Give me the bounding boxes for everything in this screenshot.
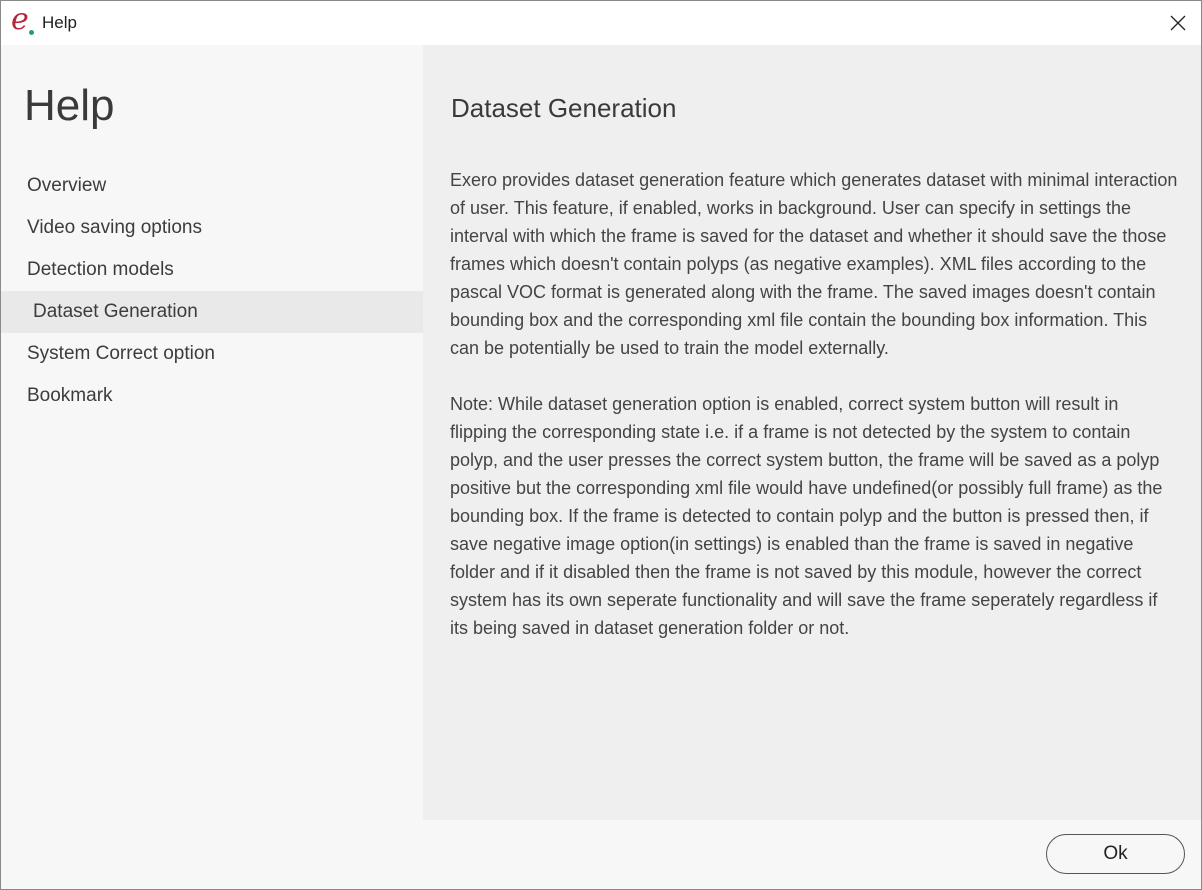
dialog-footer: Ok	[1, 820, 1201, 889]
content-paragraph-note: Note: While dataset generation option is…	[450, 394, 1163, 638]
help-window: e Help Help Overview Video saving option…	[0, 0, 1202, 890]
sidebar-title: Help	[24, 81, 115, 130]
content-body: Exero provides dataset generation featur…	[450, 166, 1180, 670]
window-title: Help	[42, 13, 77, 32]
content-paragraph-description: Exero provides dataset generation featur…	[450, 170, 1178, 358]
sidebar-item-overview[interactable]: Overview	[1, 165, 423, 207]
exero-logo-icon: e	[11, 2, 41, 38]
content-title: Dataset Generation	[451, 93, 677, 123]
title-bar: e Help	[1, 1, 1201, 45]
close-icon	[1170, 15, 1186, 31]
sidebar-item-system-correct-option[interactable]: System Correct option	[1, 333, 423, 375]
sidebar-item-dataset-generation[interactable]: Dataset Generation	[1, 291, 423, 333]
sidebar-item-detection-models[interactable]: Detection models	[1, 249, 423, 291]
close-button[interactable]	[1155, 1, 1201, 45]
sidebar-nav: Overview Video saving options Detection …	[1, 165, 423, 417]
content-panel: Dataset Generation Exero provides datase…	[423, 45, 1201, 820]
sidebar: Help Overview Video saving options Detec…	[1, 45, 423, 820]
sidebar-item-video-saving-options[interactable]: Video saving options	[1, 207, 423, 249]
ok-button[interactable]: Ok	[1046, 834, 1185, 874]
sidebar-item-bookmark[interactable]: Bookmark	[1, 375, 423, 417]
